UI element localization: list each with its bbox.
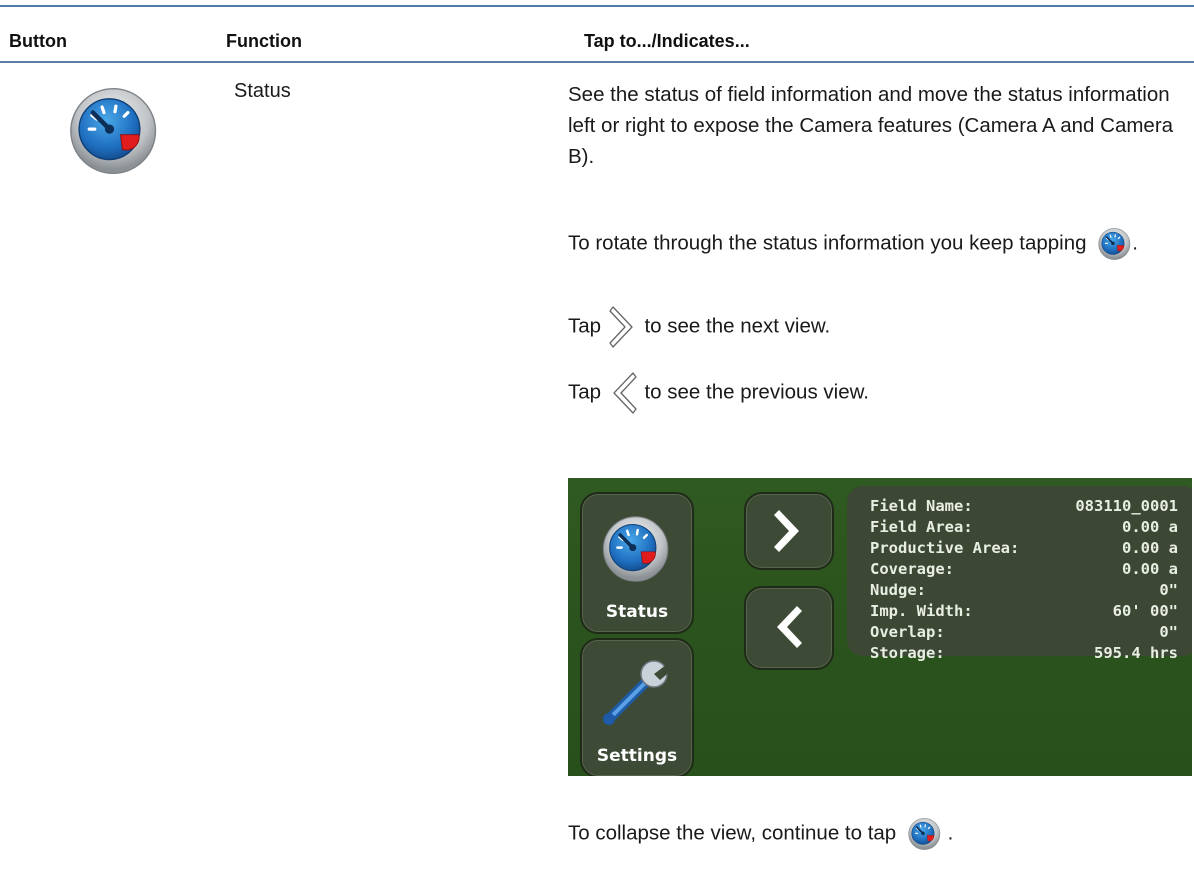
status-key: Field Name: <box>870 497 973 515</box>
status-button-tile[interactable]: Status <box>580 492 694 634</box>
status-row-imp-width: Imp. Width: 60' 00" <box>870 602 1178 624</box>
status-tile-label: Status <box>605 602 669 622</box>
status-gauge-inline-icon <box>907 817 941 851</box>
status-key: Imp. Width: <box>870 602 973 620</box>
status-value: 0.00 a <box>1122 539 1178 557</box>
chevron-right-screen-icon <box>774 510 799 552</box>
status-value: 0.00 a <box>1122 560 1178 578</box>
status-gauge-icon[interactable] <box>69 85 161 177</box>
status-row-productive-area: Productive Area: 0.00 a <box>870 539 1178 561</box>
status-row-overlap: Overlap: 0" <box>870 623 1178 645</box>
status-value: 60' 00" <box>1112 602 1178 620</box>
status-value: 0" <box>1159 581 1178 599</box>
status-gauge-tile-icon <box>602 515 670 583</box>
status-info-panel: Field Name: 083110_0001 Field Area: 0.00… <box>847 486 1192 662</box>
status-key: Overlap: <box>870 623 945 641</box>
previous-view-button[interactable] <box>744 586 834 670</box>
next-view-button[interactable] <box>744 492 834 570</box>
previous-view-text: to see the previous view. <box>644 380 869 404</box>
status-value: 0.00 a <box>1122 518 1178 536</box>
function-cell: Status <box>234 80 291 102</box>
status-screen-image: Status Settings Field Name: 083110_0001 … <box>568 478 1192 776</box>
rotate-paragraph: To rotate through the status information… <box>568 227 1183 261</box>
status-row-storage: Storage: 595.4 hrs <box>870 644 1178 666</box>
next-tap-text: Tap <box>568 314 602 338</box>
table-header: Button Function Tap to.../Indicates... <box>0 7 1194 61</box>
chevron-left-screen-icon <box>777 606 802 648</box>
status-key: Productive Area: <box>870 539 1020 557</box>
previous-view-paragraph: Tap to see the previous view. <box>568 369 1183 417</box>
status-key: Storage: <box>870 644 945 662</box>
collapse-paragraph: To collapse the view, continue to tap . <box>568 817 1183 851</box>
next-view-text: to see the next view. <box>644 314 831 338</box>
rotate-period: . <box>1132 231 1138 255</box>
collapse-period: . <box>947 821 954 845</box>
settings-button-tile[interactable]: Settings <box>580 638 694 776</box>
rotate-text: To rotate through the status information… <box>568 231 1087 255</box>
settings-tile-label: Settings <box>596 746 678 766</box>
status-row-field-area: Field Area: 0.00 a <box>870 518 1178 540</box>
prev-tap-text: Tap <box>568 380 602 404</box>
status-key: Nudge: <box>870 581 926 599</box>
column-header-tap-indicates: Tap to.../Indicates... <box>584 31 750 51</box>
next-view-paragraph: Tap to see the next view. <box>568 303 1183 351</box>
column-header-function: Function <box>226 31 302 51</box>
description-paragraph: See the status of field information and … <box>568 83 1174 168</box>
status-value: 0" <box>1159 623 1178 641</box>
status-key: Coverage: <box>870 560 954 578</box>
header-bottom-rule <box>0 61 1194 63</box>
column-header-button: Button <box>9 31 67 51</box>
status-value: 083110_0001 <box>1075 497 1178 515</box>
wrench-icon <box>603 660 672 725</box>
chevron-right-icon <box>609 306 633 348</box>
status-value: 595.4 hrs <box>1094 644 1178 662</box>
status-gauge-inline-icon <box>1098 227 1132 261</box>
collapse-text: To collapse the view, continue to tap <box>568 821 897 845</box>
chevron-left-icon <box>613 372 637 414</box>
status-row-field-name: Field Name: 083110_0001 <box>870 497 1178 519</box>
status-key: Field Area: <box>870 518 973 536</box>
status-row-nudge: Nudge: 0" <box>870 581 1178 603</box>
status-row-coverage: Coverage: 0.00 a <box>870 560 1178 582</box>
